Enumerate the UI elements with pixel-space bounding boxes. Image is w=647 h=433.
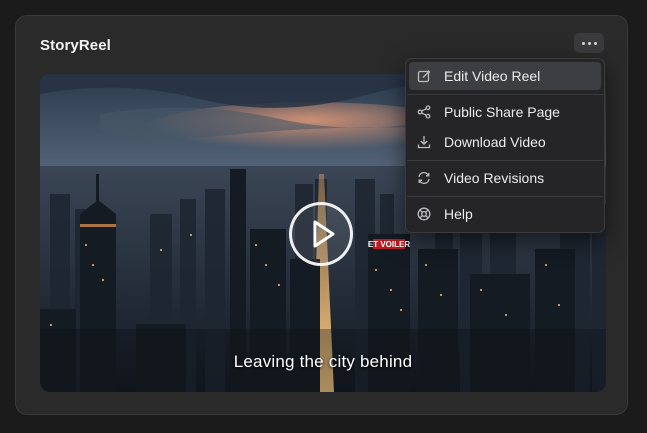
- menu-divider: [407, 196, 603, 197]
- menu-divider: [407, 160, 603, 161]
- share-icon: [417, 105, 431, 119]
- menu-item-video-revisions[interactable]: Video Revisions: [409, 164, 601, 192]
- menu-item-help[interactable]: Help: [409, 200, 601, 228]
- video-caption: Leaving the city behind: [233, 352, 413, 371]
- play-button[interactable]: [289, 202, 353, 266]
- billboard-text: ET VOILER: [368, 240, 410, 249]
- more-dot: [581, 41, 585, 45]
- more-dot: [593, 41, 597, 45]
- menu-divider: [407, 94, 603, 95]
- menu-item-label: Download Video: [444, 134, 546, 150]
- edit-icon: [417, 69, 431, 83]
- more-options-button[interactable]: [574, 33, 604, 53]
- help-icon: [417, 207, 431, 221]
- revisions-icon: [417, 171, 431, 185]
- menu-item-edit-video-reel[interactable]: Edit Video Reel: [409, 62, 601, 90]
- play-icon: [313, 220, 335, 248]
- menu-item-label: Help: [444, 206, 473, 222]
- menu-item-public-share-page[interactable]: Public Share Page: [409, 98, 601, 126]
- more-dot: [587, 41, 591, 45]
- menu-item-label: Public Share Page: [444, 104, 560, 120]
- menu-item-label: Video Revisions: [444, 170, 545, 186]
- menu-item-download-video[interactable]: Download Video: [409, 128, 601, 156]
- card-title: StoryReel: [40, 37, 111, 54]
- menu-item-label: Edit Video Reel: [444, 68, 541, 84]
- download-icon: [417, 135, 431, 149]
- options-menu: Edit Video Reel Public Share Page Downlo…: [405, 58, 605, 233]
